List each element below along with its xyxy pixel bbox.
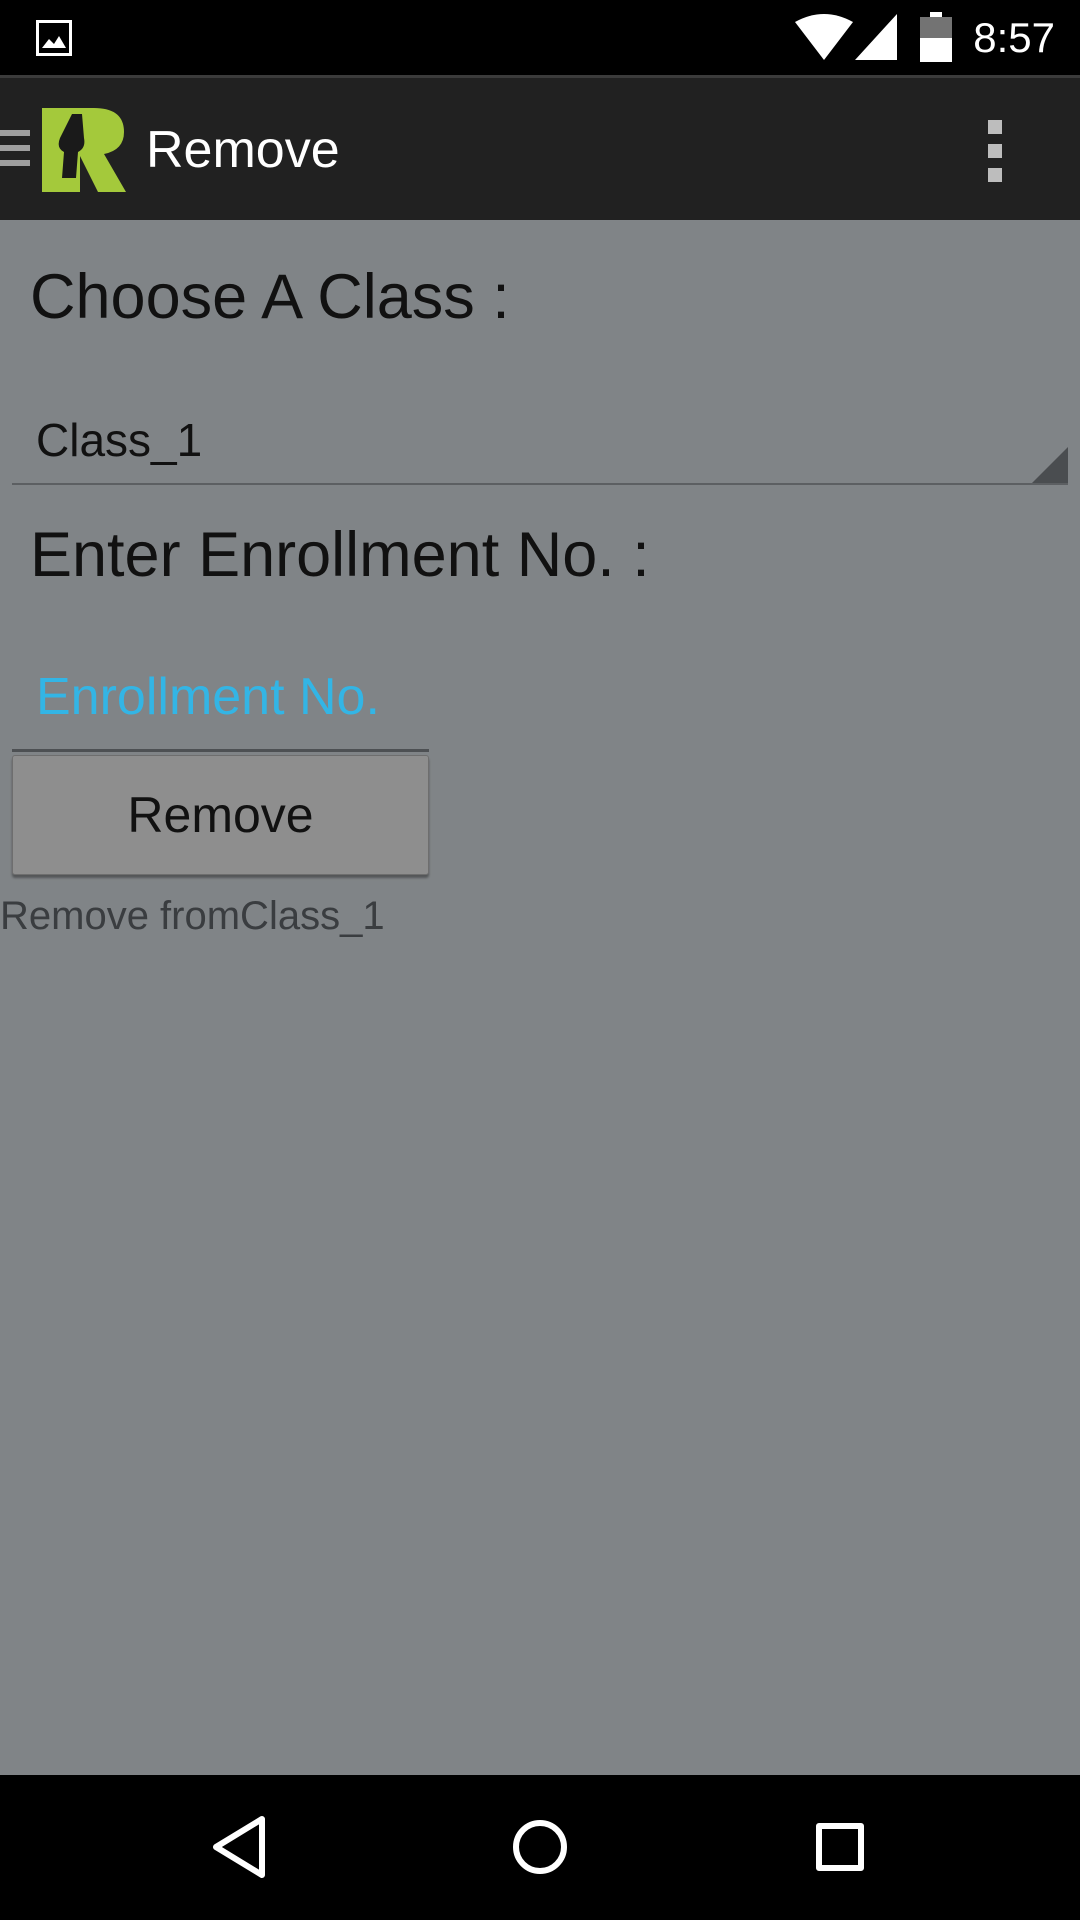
battery-icon [920,12,952,62]
status-bar: 8:57 [0,0,1080,75]
action-bar-title: Remove [146,121,340,179]
image-notification-icon [36,20,72,56]
choose-class-label: Choose A Class : [30,262,510,332]
cell-signal-icon [855,14,897,60]
drawer-icon[interactable] [0,124,30,172]
overflow-menu-icon[interactable] [976,118,1016,184]
spinner-arrow-icon [1032,447,1068,483]
remove-button[interactable]: Remove [12,755,429,875]
wifi-icon [795,14,853,60]
content: Choose A Class : Class_1 Enter Enrollmen… [0,220,1080,1775]
status-clock: 8:57 [973,14,1055,61]
action-bar: Remove [0,75,1080,220]
screen: 8:57 Remove Choose A Class : Class_1 Ent… [0,0,1080,1920]
enrollment-label: Enter Enrollment No. : [30,520,650,590]
app-logo[interactable] [42,108,126,192]
enrollment-input[interactable] [12,645,429,752]
home-icon[interactable] [500,1807,580,1887]
recents-icon[interactable] [800,1807,880,1887]
class-spinner[interactable]: Class_1 [12,385,1068,485]
class-spinner-value: Class_1 [36,414,203,466]
back-icon[interactable] [200,1807,280,1887]
navigation-bar [0,1775,1080,1920]
remove-status-text: Remove fromClass_1 [0,894,385,938]
